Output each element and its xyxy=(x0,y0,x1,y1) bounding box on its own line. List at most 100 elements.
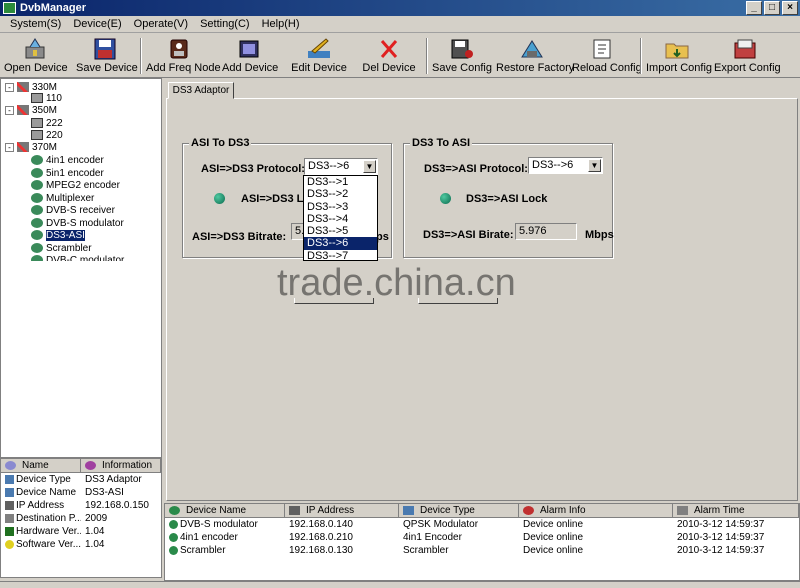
tree-node-4in1-encoder[interactable]: 4in1 encoder xyxy=(31,154,104,167)
info-header-name[interactable]: Name xyxy=(1,459,81,472)
tree-node-350m[interactable]: 350M xyxy=(17,104,57,117)
ds3-asi-protocol-select[interactable]: DS3-->6 ▼ xyxy=(528,157,603,174)
tree-node-ds3-asi[interactable]: DS3-ASI xyxy=(31,229,85,242)
asi-ds3-protocol-select[interactable]: DS3-->6 ▼ xyxy=(304,158,378,175)
ds3-asi-bitrate-value: 5.976 xyxy=(515,223,577,240)
menu-bar: System(S) Device(E) Operate(V) Setting(C… xyxy=(0,16,800,33)
del-device-label: Del Device xyxy=(362,62,416,74)
collapse-toggle[interactable]: - xyxy=(5,106,14,115)
device-icon xyxy=(31,243,43,254)
save-device-button[interactable]: Save Device xyxy=(76,34,138,78)
reload-config-button[interactable]: Reload Config xyxy=(572,34,642,78)
menu-system[interactable]: System(S) xyxy=(4,16,67,32)
collapse-toggle[interactable]: - xyxy=(5,143,14,152)
status-bar xyxy=(0,581,800,588)
ds3-to-asi-title: DS3 To ASI xyxy=(410,137,473,149)
import-config-button[interactable]: Import Config xyxy=(646,34,712,78)
ds3-asi-lock-indicator xyxy=(440,193,451,204)
menu-setting[interactable]: Setting(C) xyxy=(194,16,256,32)
alarm-header-device-name[interactable]: Device Name xyxy=(165,504,285,517)
tree-node-dvb-c-modulator[interactable]: DVB-C modulator xyxy=(31,254,124,261)
alarm-header-ip-address[interactable]: IP Address xyxy=(285,504,399,517)
export-config-icon xyxy=(734,39,756,59)
info-row: Destination P... 2009 xyxy=(1,512,161,525)
alarm-row[interactable]: 4in1 encoder 192.168.0.210 4in1 Encoder … xyxy=(165,531,799,544)
device-tree[interactable]: - 330M 110 - 350M 222 220 - 370M 4in1 en… xyxy=(0,78,162,458)
info-header-icon xyxy=(85,460,96,470)
protocol-dropdown-list[interactable]: DS3-->1 DS3-->2 DS3-->3 DS3-->4 DS3-->5 … xyxy=(303,175,378,261)
export-config-label: Export Config xyxy=(714,62,781,74)
add-freq-node-label: Add Freq Node xyxy=(146,62,221,74)
toolbar: Open Device Save Device Add Freq Node Ad… xyxy=(0,34,800,78)
menu-help[interactable]: Help(H) xyxy=(256,16,306,32)
device-icon xyxy=(31,193,43,204)
monitor-icon xyxy=(31,130,43,141)
tab-ds3-adaptor[interactable]: DS3 Adaptor xyxy=(168,82,234,99)
dropdown-option[interactable]: DS3-->1 xyxy=(304,176,377,188)
info-row: IP Address 192.168.0.150 xyxy=(1,499,161,512)
edit-device-button[interactable]: Edit Device xyxy=(290,34,348,78)
chevron-down-icon[interactable]: ▼ xyxy=(588,159,601,172)
delete-x-icon xyxy=(380,40,398,58)
window-title: DvbManager xyxy=(20,2,87,14)
alarm-header-alarm-time[interactable]: Alarm Time xyxy=(673,504,799,517)
save-device-icon xyxy=(94,38,116,60)
monitor-icon xyxy=(31,93,43,104)
open-device-button[interactable]: Open Device xyxy=(4,34,68,78)
toolbar-separator xyxy=(140,38,142,74)
dropdown-option[interactable]: DS3-->2 xyxy=(304,188,377,200)
menu-operate[interactable]: Operate(V) xyxy=(128,16,194,32)
close-button[interactable]: × xyxy=(782,1,798,15)
menu-device[interactable]: Device(E) xyxy=(67,16,127,32)
dropdown-option[interactable]: DS3-->5 xyxy=(304,225,377,237)
save-config-icon xyxy=(451,39,473,59)
device-header-icon xyxy=(169,505,180,515)
tree-node-mpeg2-encoder[interactable]: MPEG2 encoder xyxy=(31,179,120,192)
ds3-asi-lock-label: DS3=>ASI Lock xyxy=(466,193,548,205)
tree-node-scrambler[interactable]: Scrambler xyxy=(31,242,92,255)
save-config-button[interactable]: Save Config xyxy=(432,34,492,78)
asi-ds3-bitrate-label: ASI=>DS3 Bitrate: xyxy=(192,231,287,243)
dropdown-option[interactable]: DS3-->3 xyxy=(304,201,377,213)
alarm-header-device-type[interactable]: Device Type xyxy=(399,504,519,517)
ds3-asi-bitrate-unit: Mbps xyxy=(585,229,614,241)
add-freq-node-button[interactable]: Add Freq Node xyxy=(146,34,221,78)
watermark: trade.china.cn xyxy=(277,262,516,304)
info-header-information[interactable]: Information xyxy=(81,459,161,472)
dropdown-option-selected[interactable]: DS3-->6 xyxy=(304,237,377,250)
add-device-label: Add Device xyxy=(222,62,279,74)
info-row: Device Name DS3-ASI xyxy=(1,486,161,499)
alarm-list[interactable]: Device Name IP Address Device Type Alarm… xyxy=(164,503,800,581)
hardware-version-icon xyxy=(5,526,14,536)
chevron-down-icon[interactable]: ▼ xyxy=(363,160,376,173)
ip-address-icon xyxy=(5,500,14,510)
del-device-button[interactable]: Del Device xyxy=(362,34,416,78)
export-config-button[interactable]: Export Config xyxy=(714,34,781,78)
monitor-icon xyxy=(31,118,43,129)
tree-node-370m[interactable]: 370M xyxy=(17,141,57,154)
asi-to-ds3-title: ASI To DS3 xyxy=(189,137,252,149)
title-bar: DvbManager _ □ × xyxy=(0,0,800,16)
add-freq-node-icon xyxy=(170,39,188,59)
restore-factory-label: Restore Factory xyxy=(496,62,575,74)
device-online-icon xyxy=(169,519,178,529)
save-device-label: Save Device xyxy=(76,62,138,74)
alarm-row[interactable]: DVB-S modulator 192.168.0.140 QPSK Modul… xyxy=(165,518,799,531)
alarm-row[interactable]: Scrambler 192.168.0.130 Scrambler Device… xyxy=(165,544,799,557)
type-header-icon xyxy=(403,505,414,515)
collapse-toggle[interactable]: - xyxy=(5,83,14,92)
tree-node-dvb-s-receiver[interactable]: DVB-S receiver xyxy=(31,204,115,217)
maximize-button[interactable]: □ xyxy=(764,1,780,15)
device-online-icon xyxy=(169,545,178,555)
restore-factory-button[interactable]: Restore Factory xyxy=(496,34,575,78)
minimize-button[interactable]: _ xyxy=(746,1,762,15)
device-info-panel: Name Information Device Type DS3 Adaptor … xyxy=(0,458,162,578)
dropdown-option[interactable]: DS3-->4 xyxy=(304,213,377,225)
dropdown-option[interactable]: DS3-->7 xyxy=(304,250,377,260)
device-icon xyxy=(31,168,43,179)
reload-config-icon xyxy=(593,39,611,59)
name-header-icon xyxy=(5,460,16,470)
add-device-button[interactable]: Add Device xyxy=(222,34,279,78)
device-name-icon xyxy=(5,487,14,497)
alarm-header-alarm-info[interactable]: Alarm Info xyxy=(519,504,673,517)
